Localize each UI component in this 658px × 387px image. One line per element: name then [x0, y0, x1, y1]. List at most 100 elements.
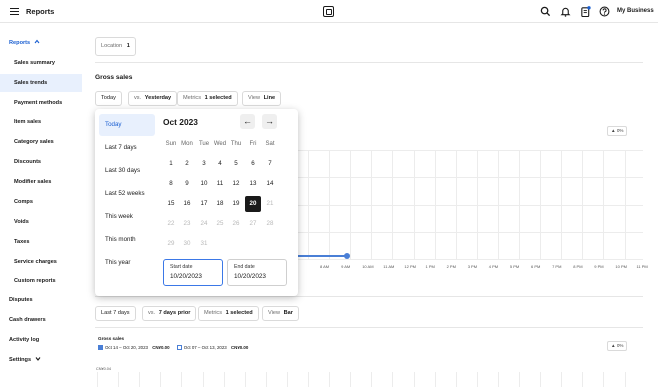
end-date-field[interactable]: End date 10/20/2023 — [227, 259, 287, 286]
calendar-day[interactable]: 8 — [163, 176, 179, 192]
sidebar-item-item-sales[interactable]: Item sales — [0, 113, 82, 131]
next-month-icon[interactable]: → — [262, 114, 277, 129]
x-tick-label: 11 AM — [383, 264, 395, 269]
x-tick-label: 1 PM — [425, 264, 435, 269]
sidebar-item-settings[interactable]: Settings — [0, 351, 82, 369]
metrics-chip[interactable]: Metrics 1 selected — [177, 91, 238, 106]
legend-swatch-current — [98, 345, 103, 350]
calendar-day[interactable]: 3 — [196, 156, 212, 172]
view-chip-2[interactable]: View Bar — [262, 306, 299, 321]
sidebar-item-comps[interactable]: Comps — [0, 193, 82, 211]
grid-line — [308, 372, 309, 387]
preset-this-year[interactable]: This year — [99, 252, 155, 274]
calendar-day[interactable]: 11 — [212, 176, 228, 192]
calendar-day[interactable]: 7 — [262, 156, 278, 172]
x-tick-label: 10 AM — [362, 264, 374, 269]
square-logo-icon[interactable] — [323, 6, 334, 17]
weekday-label: Sat — [265, 141, 275, 147]
view-chip[interactable]: View Line — [242, 91, 282, 106]
date-range-chip[interactable]: Today — [95, 91, 122, 106]
grid-line — [519, 372, 520, 387]
x-tick-label: 4 PM — [488, 264, 499, 269]
calendar-day[interactable]: 4 — [212, 156, 228, 172]
x-tick-label: 11 PM — [636, 264, 648, 269]
calendar-day[interactable]: 5 — [228, 156, 244, 172]
calendar-day[interactable]: 17 — [196, 196, 212, 212]
sidebar-item-sales-trends[interactable]: Sales trends — [0, 74, 82, 92]
x-tick-label: 8 AM — [320, 264, 330, 269]
calendar-day[interactable]: 26 — [228, 216, 244, 232]
prev-month-icon[interactable]: ← — [240, 114, 255, 129]
weekday-label: Mon — [181, 141, 193, 147]
metrics-chip-2[interactable]: Metrics 1 selected — [198, 306, 259, 321]
compare-chip-2[interactable]: vs. 7 days prior — [142, 306, 197, 321]
legend-swatch-prior — [176, 345, 182, 350]
preset-last-30-days[interactable]: Last 30 days — [99, 160, 155, 182]
calendar-day[interactable]: 2 — [179, 156, 195, 172]
calendar-day[interactable]: 6 — [245, 156, 261, 172]
calendar-day[interactable]: 14 — [262, 176, 278, 192]
calendar-day[interactable]: 25 — [212, 216, 228, 232]
calendar-day[interactable]: 18 — [212, 196, 228, 212]
location-filter[interactable]: Location 1 — [95, 37, 136, 56]
weekday-label: Fri — [249, 141, 257, 147]
calendar-day[interactable]: 28 — [262, 216, 278, 232]
x-tick-label: 6 PM — [531, 264, 541, 269]
calendar-day[interactable]: 10 — [196, 176, 212, 192]
help-icon[interactable] — [599, 6, 610, 17]
calendar-day[interactable]: 29 — [163, 236, 179, 252]
sidebar-item-reports[interactable]: Reports — [0, 34, 82, 52]
sidebar-item-modifier-sales[interactable]: Modifier sales — [0, 173, 82, 191]
x-tick-label: 7 PM — [552, 264, 562, 269]
preset-last-52-weeks[interactable]: Last 52 weeks — [99, 183, 155, 205]
calendar-day[interactable]: 21 — [262, 196, 278, 212]
calendar-day[interactable]: 13 — [245, 176, 261, 192]
calendar-day[interactable]: 30 — [179, 236, 195, 252]
weekday-label: Tue — [198, 141, 210, 147]
grid-line — [97, 372, 98, 387]
start-date-field[interactable]: Start date 10/20/2023 — [163, 259, 223, 286]
calendar-day[interactable]: 22 — [163, 216, 179, 232]
sidebar-item-discounts[interactable]: Discounts — [0, 153, 82, 171]
calendar-day[interactable]: 9 — [179, 176, 195, 192]
sidebar-item-disputes[interactable]: Disputes — [0, 291, 82, 309]
calendar-day[interactable]: 24 — [196, 216, 212, 232]
grid-line — [413, 372, 415, 387]
grid-line — [350, 372, 352, 387]
calendar-day[interactable]: 31 — [196, 236, 212, 252]
calendar-day[interactable]: 19 — [228, 196, 244, 212]
sidebar-item-taxes[interactable]: Taxes — [0, 233, 82, 251]
calendar-day[interactable]: 27 — [245, 216, 261, 232]
calendar-day[interactable]: 16 — [179, 196, 195, 212]
calendar-day[interactable]: 23 — [179, 216, 195, 232]
preset-today[interactable]: Today — [99, 114, 155, 136]
preset-last-7-days[interactable]: Last 7 days — [99, 137, 155, 159]
sidebar-item-activity-log[interactable]: Activity log — [0, 331, 82, 349]
search-icon[interactable] — [540, 6, 551, 17]
menu-icon[interactable] — [10, 8, 19, 15]
bell-icon[interactable] — [560, 6, 571, 17]
calendar-day[interactable]: 15 — [163, 196, 179, 212]
compare-chip[interactable]: vs. Yesterday — [128, 91, 178, 106]
x-tick-label: 5 PM — [509, 264, 520, 269]
preset-this-month[interactable]: This month — [99, 229, 155, 251]
end-date-value: 10/20/2023 — [234, 273, 266, 280]
x-tick-label: 3 PM — [467, 264, 478, 269]
sidebar-item-voids[interactable]: Voids — [0, 213, 82, 231]
calendar-day[interactable]: 12 — [228, 176, 244, 192]
sidebar-item-payment-methods[interactable]: Payment methods — [0, 94, 82, 112]
sidebar-item-sales-summary[interactable]: Sales summary — [0, 54, 82, 72]
sidebar-item-category-sales[interactable]: Category sales — [0, 133, 82, 151]
sidebar-item-cash-drawers[interactable]: Cash drawers — [0, 311, 82, 329]
top-bar: Reports My Business — [0, 0, 658, 23]
date-range-chip-2[interactable]: Last 7 days — [95, 306, 136, 321]
sidebar-item-custom-reports[interactable]: Custom reports — [0, 272, 82, 290]
preset-this-week[interactable]: This week — [99, 206, 155, 228]
legend-title: Gross sales — [98, 336, 125, 341]
calendar-day[interactable]: 20 — [245, 196, 261, 212]
clipboard-icon[interactable] — [580, 6, 591, 17]
business-name[interactable]: My Business — [617, 8, 654, 14]
sidebar-item-service-charges[interactable]: Service charges — [0, 253, 82, 271]
calendar-day[interactable]: 1 — [163, 156, 179, 172]
grid-line — [265, 372, 267, 387]
